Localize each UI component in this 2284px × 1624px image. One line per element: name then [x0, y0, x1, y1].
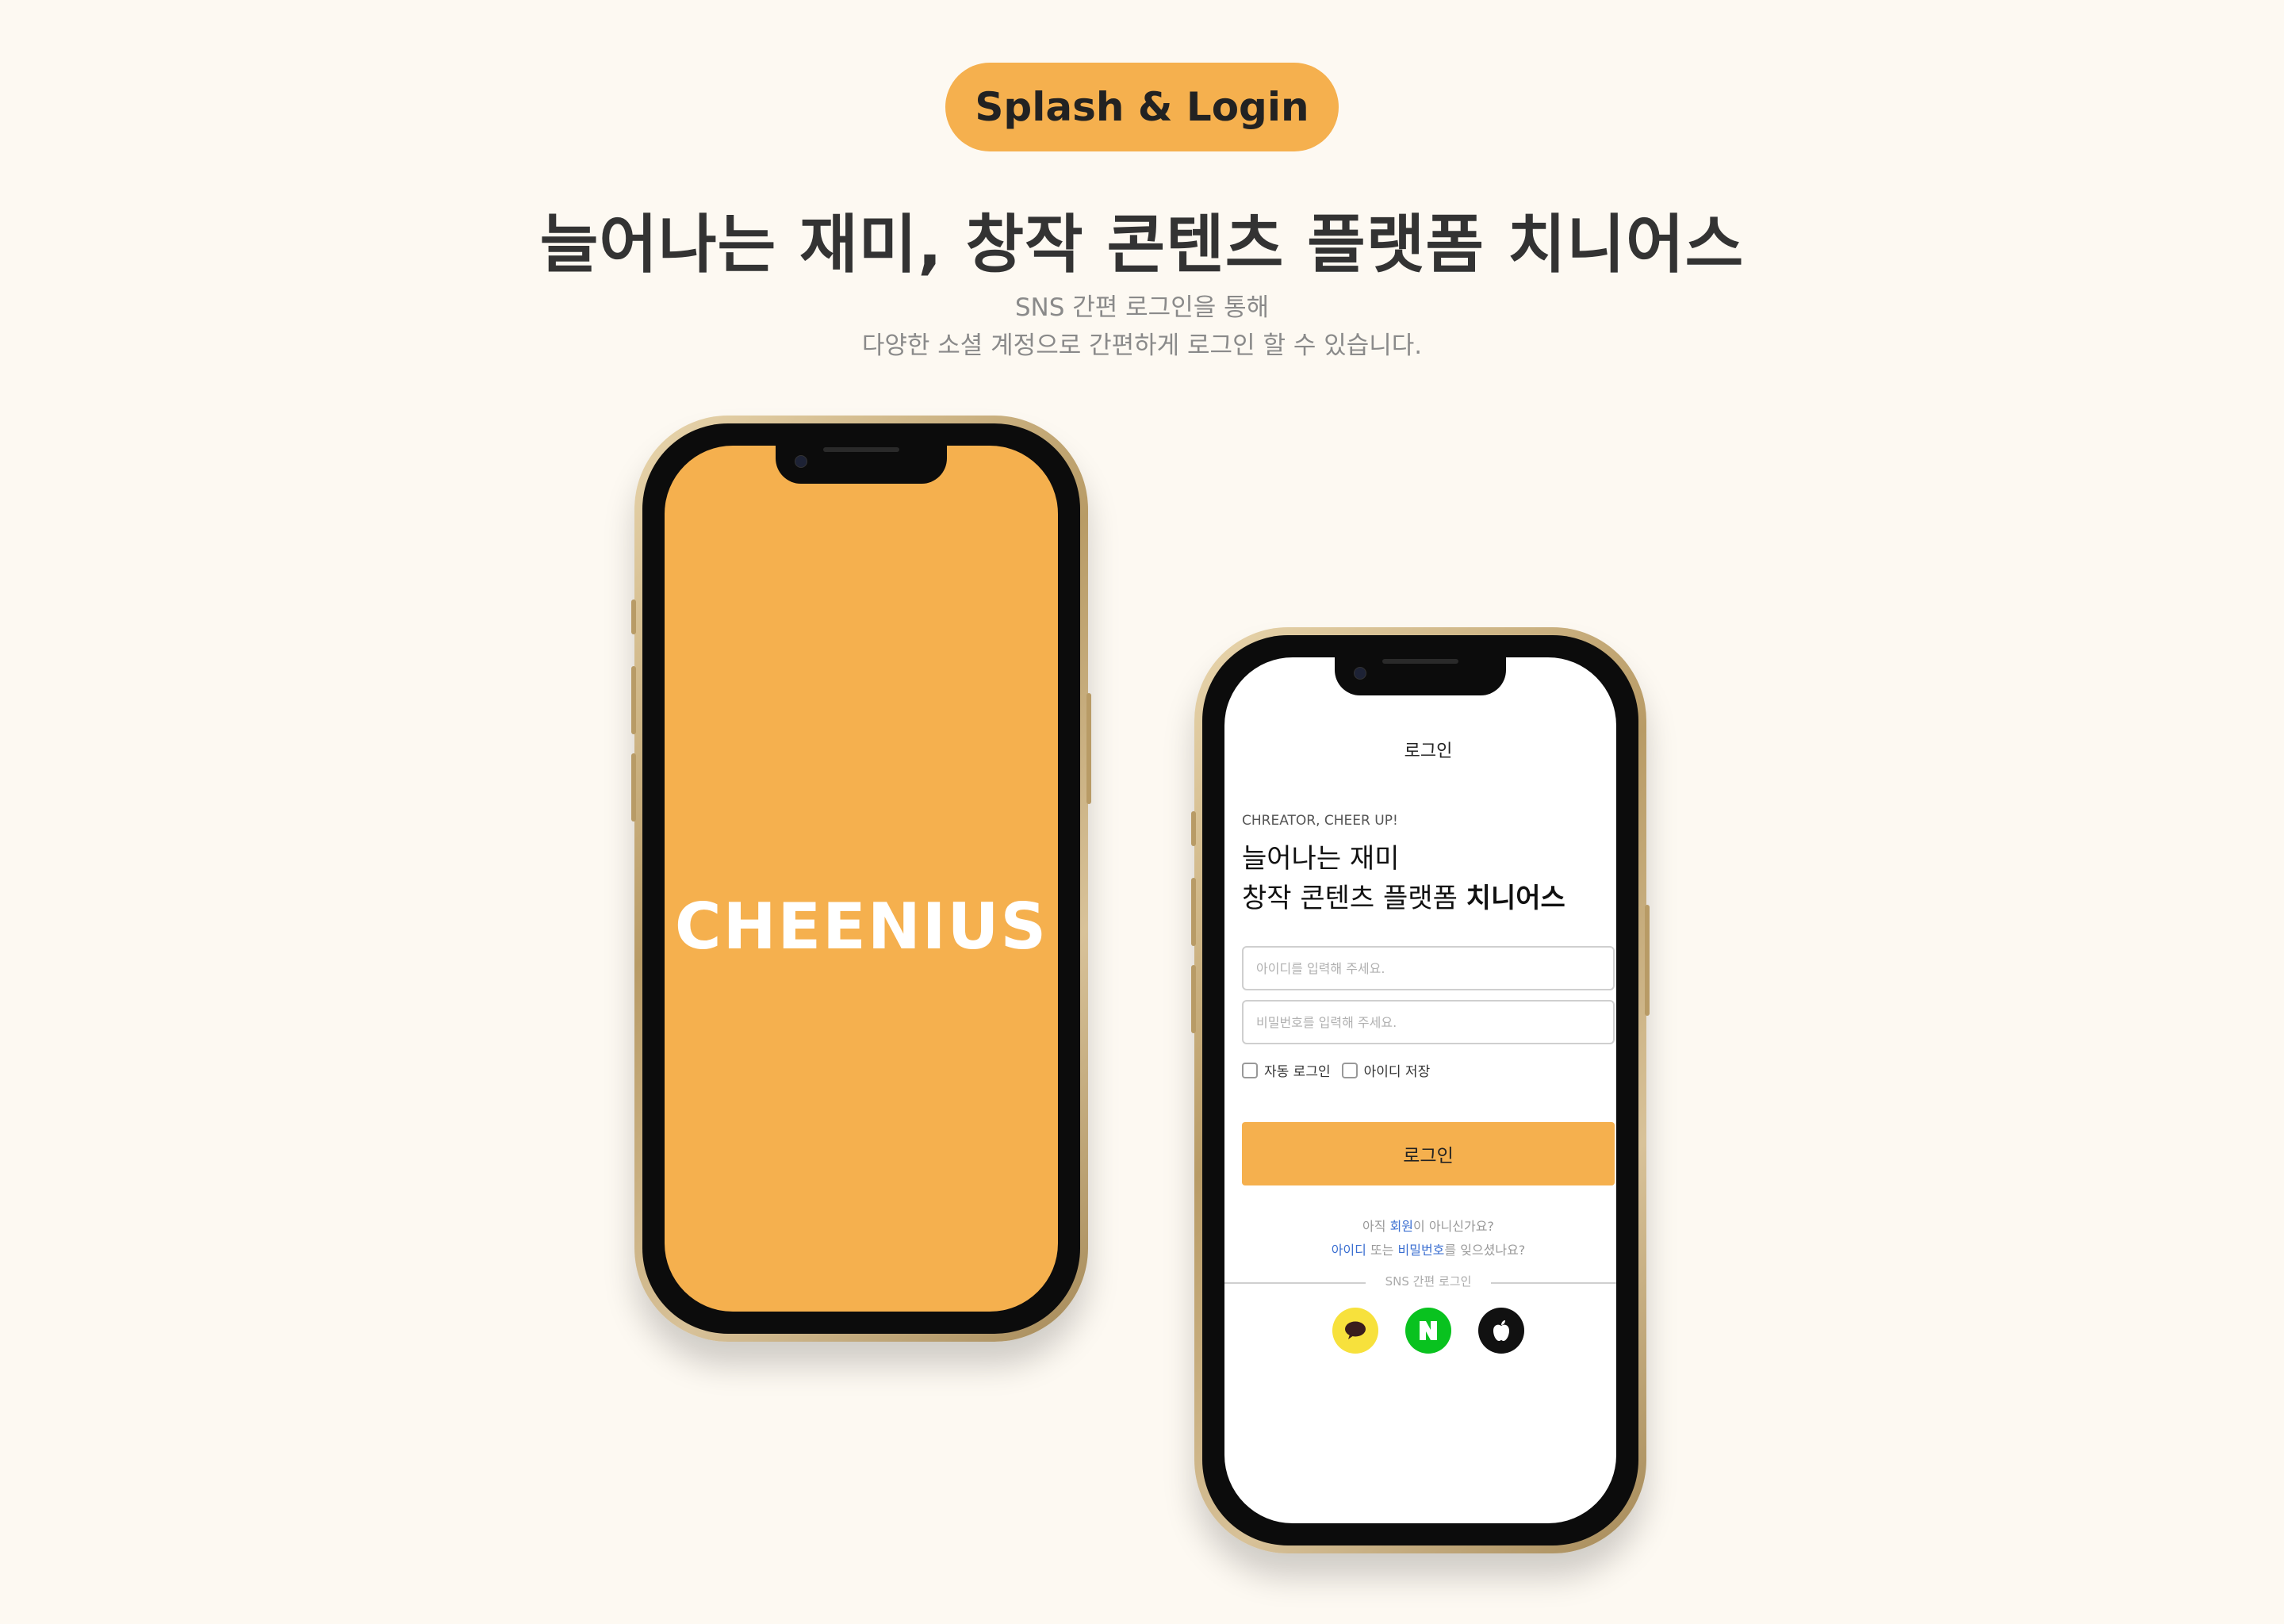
- speaker-grille: [823, 447, 899, 452]
- page-headline: 늘어나는 재미, 창작 콘텐츠 플랫폼 치니어스: [539, 208, 1745, 282]
- login-phone: 로그인 CHREATOR, CHEER UP! 늘어나는 재미 창작 콘텐츠 플…: [1191, 627, 1650, 1553]
- find-account-prompt: 아이디 또는 비밀번호를 잊으셨나요?: [1224, 1239, 1616, 1258]
- apple-login-button[interactable]: [1478, 1308, 1524, 1354]
- apple-icon: [1493, 1320, 1509, 1341]
- intro-brand-name: 치니어스: [1466, 883, 1565, 914]
- intro-line-2: 창작 콘텐츠 플랫폼 치니어스: [1242, 876, 1565, 915]
- phone-bezel: CHEENIUS: [642, 423, 1080, 1334]
- login-tagline: CHREATOR, CHEER UP!: [1242, 813, 1398, 829]
- power-button: [1645, 905, 1650, 1016]
- sns-divider-label: SNS 간편 로그인: [1385, 1274, 1472, 1289]
- speaker-grille: [1382, 659, 1458, 664]
- phone-notch: [776, 446, 947, 484]
- sns-divider: SNS 간편 로그인: [1224, 1273, 1616, 1292]
- kakao-login-button[interactable]: [1332, 1308, 1378, 1354]
- front-camera-icon: [1354, 667, 1366, 680]
- volume-up-button: [631, 666, 636, 734]
- section-badge: Splash & Login: [945, 63, 1339, 151]
- find-account-suffix: 를 잊으셨나요?: [1444, 1243, 1526, 1258]
- power-button: [1086, 693, 1091, 804]
- signup-prompt-prefix: 아직: [1362, 1219, 1390, 1234]
- login-options: 자동 로그인 아이디 저장: [1242, 1060, 1441, 1080]
- volume-up-button: [1191, 878, 1196, 946]
- save-id-checkbox[interactable]: [1341, 1062, 1358, 1078]
- subtext-line-1: SNS 간편 로그인을 통해: [1014, 293, 1270, 322]
- signup-prompt-suffix: 이 아니신가요?: [1413, 1219, 1494, 1234]
- signup-prompt: 아직 회원이 아니신가요?: [1224, 1216, 1616, 1235]
- naver-login-button[interactable]: [1405, 1308, 1451, 1354]
- front-camera-icon: [795, 455, 807, 468]
- intro-line-1: 늘어나는 재미: [1242, 843, 1400, 875]
- kakao-icon: [1345, 1321, 1366, 1339]
- auto-login-label[interactable]: 자동 로그인: [1264, 1060, 1331, 1080]
- id-input[interactable]: [1242, 946, 1615, 990]
- login-button[interactable]: 로그인: [1242, 1122, 1615, 1185]
- subtext-line-2: 다양한 소셜 계정으로 간편하게 로그인 할 수 있습니다.: [861, 331, 1423, 360]
- find-account-or: 또는: [1366, 1243, 1398, 1258]
- save-id-label[interactable]: 아이디 저장: [1364, 1060, 1431, 1080]
- mute-switch: [631, 599, 636, 634]
- phone-notch: [1335, 657, 1506, 695]
- volume-down-button: [631, 753, 636, 822]
- splash-screen: CHEENIUS: [665, 446, 1058, 1312]
- signup-link[interactable]: 회원: [1390, 1219, 1413, 1234]
- intro-line-2-text: 창작 콘텐츠 플랫폼: [1242, 883, 1466, 914]
- splash-phone: CHEENIUS: [631, 416, 1091, 1342]
- phone-bezel: 로그인 CHREATOR, CHEER UP! 늘어나는 재미 창작 콘텐츠 플…: [1202, 635, 1638, 1545]
- volume-down-button: [1191, 965, 1196, 1033]
- login-nav-title: 로그인: [1404, 741, 1453, 761]
- find-password-link[interactable]: 비밀번호: [1398, 1243, 1445, 1258]
- naver-icon: [1420, 1321, 1437, 1340]
- login-screen: 로그인 CHREATOR, CHEER UP! 늘어나는 재미 창작 콘텐츠 플…: [1224, 657, 1616, 1523]
- mute-switch: [1191, 811, 1196, 846]
- auto-login-checkbox[interactable]: [1242, 1062, 1258, 1078]
- cheenius-logo: CHEENIUS: [674, 890, 1048, 963]
- find-id-link[interactable]: 아이디: [1332, 1243, 1366, 1258]
- password-input[interactable]: [1242, 1000, 1615, 1044]
